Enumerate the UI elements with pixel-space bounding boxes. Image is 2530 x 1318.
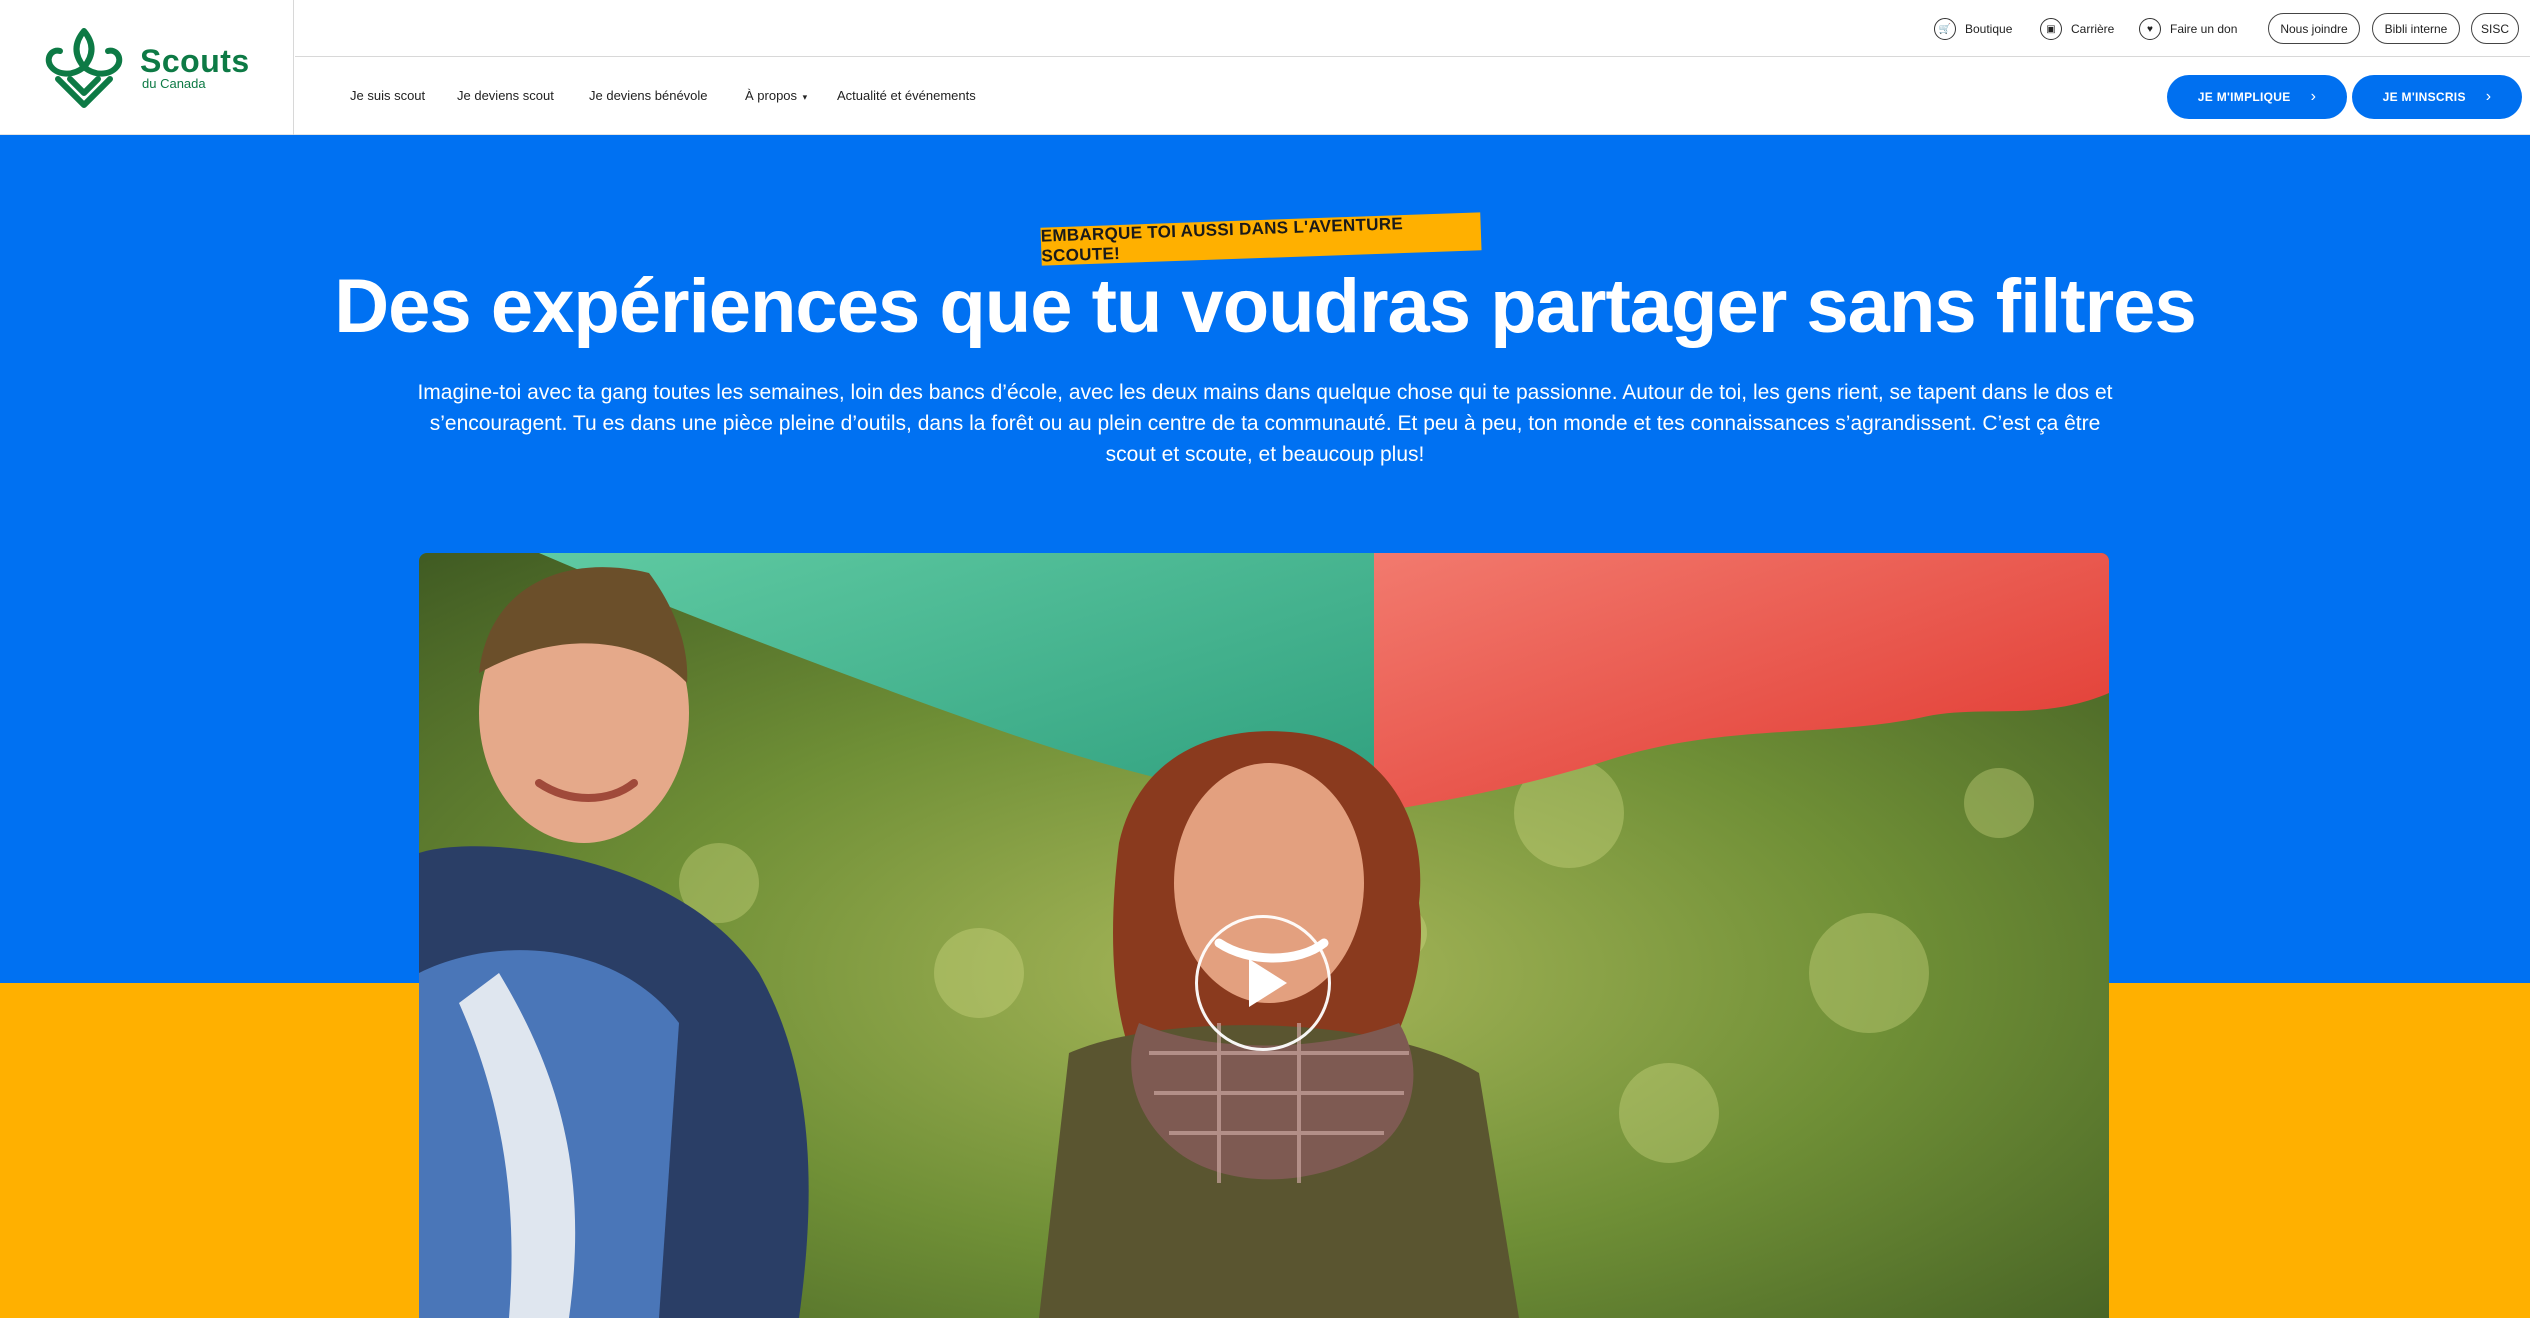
hero-video[interactable] bbox=[419, 553, 2109, 1318]
sisc-button[interactable]: SISC bbox=[2471, 13, 2519, 44]
nav-je-deviens-benevole[interactable]: Je deviens bénévole bbox=[589, 88, 708, 103]
carriere-link[interactable]: ▣ Carrière bbox=[2040, 17, 2114, 41]
site-header: Scouts du Canada 🛒 Boutique ▣ Carrière ♥… bbox=[0, 0, 2530, 135]
chevron-right-icon: › bbox=[2310, 88, 2317, 105]
je-m-implique-button[interactable]: JE M'IMPLIQUE › bbox=[2167, 75, 2347, 119]
hero-lede: Imagine-toi avec ta gang toutes les sema… bbox=[417, 381, 2113, 466]
bibli-interne-button[interactable]: Bibli interne bbox=[2372, 13, 2460, 44]
chevron-down-icon: ▾ bbox=[802, 92, 808, 102]
don-label: Faire un don bbox=[2170, 22, 2238, 36]
fleur-de-lis-icon bbox=[45, 27, 123, 108]
nous-joindre-button[interactable]: Nous joindre bbox=[2268, 13, 2360, 44]
cart-icon: 🛒 bbox=[1934, 18, 1956, 40]
je-m-inscris-label: JE M'INSCRIS bbox=[2382, 90, 2466, 104]
brand-wordmark: Scouts du Canada bbox=[140, 45, 250, 91]
logo-link[interactable]: Scouts du Canada bbox=[0, 0, 294, 135]
nav-actualite[interactable]: Actualité et événements bbox=[837, 88, 976, 103]
play-icon bbox=[1249, 959, 1287, 1007]
nav-je-deviens-scout[interactable]: Je deviens scout bbox=[457, 88, 554, 103]
je-m-implique-label: JE M'IMPLIQUE bbox=[2197, 90, 2291, 104]
boutique-link[interactable]: 🛒 Boutique bbox=[1934, 17, 2012, 41]
je-m-inscris-button[interactable]: JE M'INSCRIS › bbox=[2352, 75, 2522, 119]
carriere-label: Carrière bbox=[2071, 22, 2115, 36]
brand-subtitle: du Canada bbox=[142, 75, 206, 91]
boutique-label: Boutique bbox=[1965, 22, 2013, 36]
briefcase-icon: ▣ bbox=[2040, 18, 2062, 40]
play-button[interactable] bbox=[1195, 915, 1331, 1051]
chevron-right-icon: › bbox=[2485, 88, 2492, 105]
hero-headline: Des expériences que tu voudras partager … bbox=[334, 264, 2196, 349]
nav-a-propos[interactable]: À propos ▾ bbox=[745, 88, 807, 103]
heart-icon: ♥ bbox=[2139, 18, 2161, 40]
nav-je-suis-scout[interactable]: Je suis scout bbox=[350, 88, 425, 103]
utility-bar: 🛒 Boutique ▣ Carrière ♥ Faire un don Nou… bbox=[295, 0, 2530, 57]
don-link[interactable]: ♥ Faire un don bbox=[2139, 17, 2237, 41]
nav-a-propos-label: À propos bbox=[745, 88, 798, 103]
brand-name: Scouts bbox=[140, 42, 250, 79]
main-nav: Je suis scout Je deviens scout Je devien… bbox=[295, 57, 2530, 135]
